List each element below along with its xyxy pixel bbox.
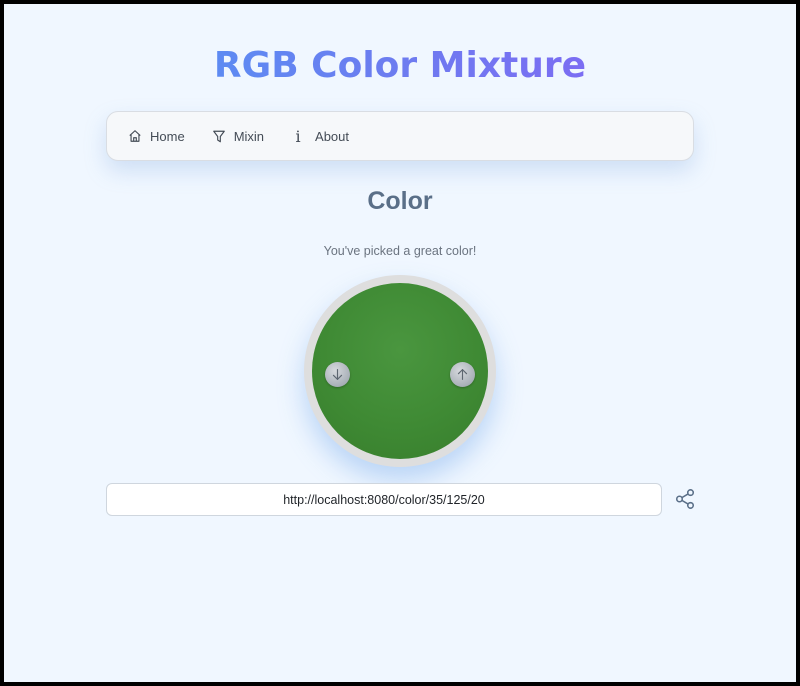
- app-window: RGB Color Mixture Home Mixin i About Col…: [4, 4, 796, 682]
- home-icon: [127, 128, 143, 144]
- nav-item-label: Home: [150, 128, 185, 144]
- share-button[interactable]: [673, 487, 697, 511]
- app-title: RGB Color Mixture: [4, 44, 796, 88]
- page-title: Color: [367, 187, 433, 215]
- color-message: You've picked a great color!: [323, 244, 477, 258]
- lighten-button[interactable]: [450, 362, 475, 387]
- nav-item-label: About: [315, 128, 350, 144]
- share-icon: [675, 489, 695, 509]
- nav-item-label: Mixin: [233, 128, 265, 144]
- arrow-up-icon: [457, 369, 468, 380]
- arrow-down-icon: [332, 369, 343, 380]
- funnel-icon: [211, 128, 227, 144]
- nav-item-home[interactable]: Home: [127, 121, 185, 151]
- nav-item-about[interactable]: i About: [290, 121, 349, 151]
- color-swatch: [312, 283, 488, 459]
- darken-button[interactable]: [325, 362, 350, 387]
- info-icon: i: [295, 126, 301, 146]
- color-swatch-ring: [304, 275, 496, 467]
- color-url-field[interactable]: [106, 483, 662, 516]
- nav-item-mixin[interactable]: Mixin: [211, 121, 264, 151]
- navbar: Home Mixin i About: [106, 111, 694, 161]
